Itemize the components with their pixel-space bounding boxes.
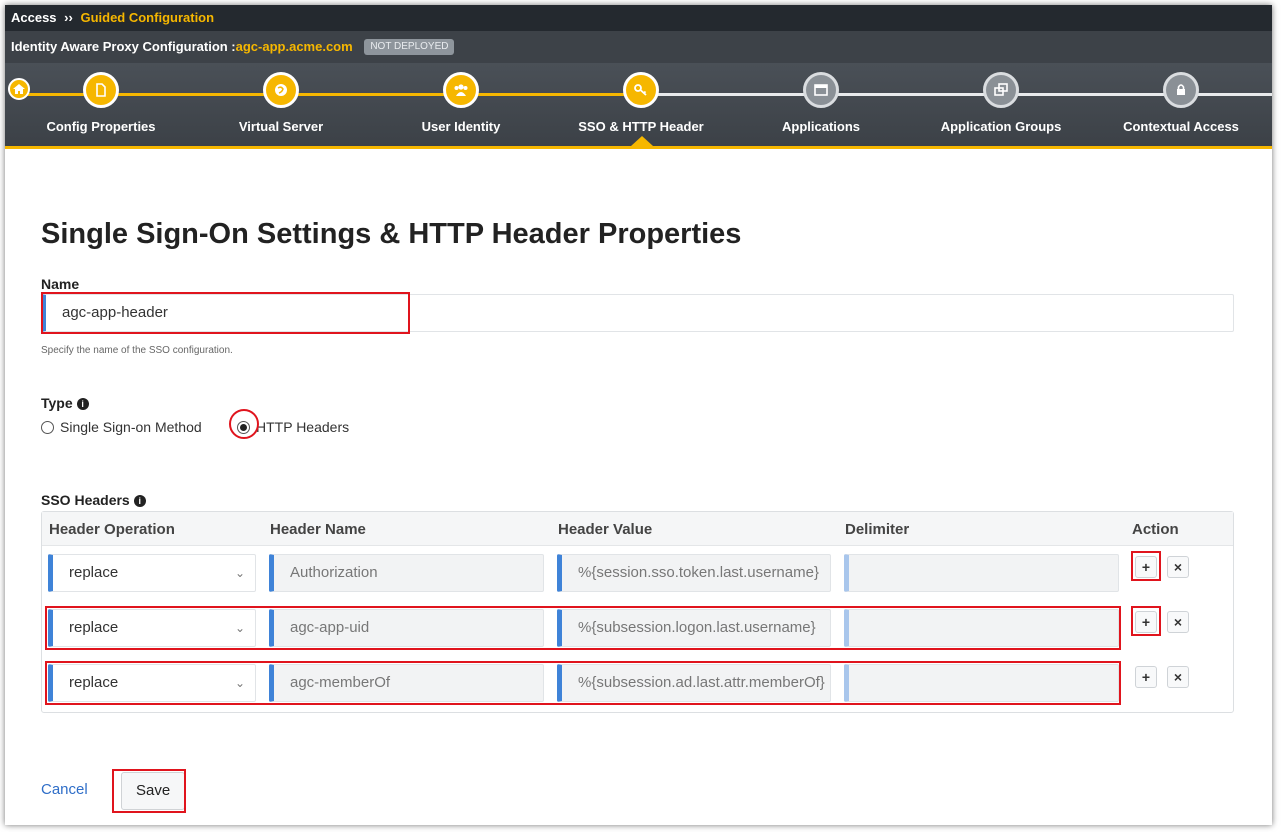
wizard-step-label: SSO & HTTP Header <box>578 119 704 134</box>
column-header: Header Value <box>558 521 653 538</box>
header-name-input[interactable]: Authorization <box>269 554 544 592</box>
breadcrumb-current[interactable]: Guided Configuration <box>80 10 214 25</box>
cancel-link[interactable]: Cancel <box>41 781 88 798</box>
sso-headers-label: SSO Headers i <box>41 492 146 508</box>
header-operation-select[interactable]: replace ⌄ <box>48 664 256 702</box>
wizard-step-contextual-access[interactable]: Contextual Access <box>1091 63 1271 149</box>
delimiter-input[interactable] <box>844 609 1119 647</box>
config-header: Identity Aware Proxy Configuration :agc-… <box>5 31 1272 63</box>
globe-icon <box>263 72 299 108</box>
key-icon <box>623 72 659 108</box>
info-icon[interactable]: i <box>133 495 146 507</box>
wizard-step-applications[interactable]: Applications <box>731 63 911 149</box>
radio-selected-icon <box>237 421 250 434</box>
info-icon[interactable]: i <box>76 398 89 410</box>
delimiter-input[interactable] <box>844 554 1119 592</box>
radio-unselected-icon <box>41 421 54 434</box>
wizard-step-virtual-server[interactable]: Virtual Server <box>191 63 371 149</box>
column-header: Header Operation <box>49 521 175 538</box>
breadcrumb-root[interactable]: Access <box>11 10 57 25</box>
sso-headers-label-text: SSO Headers <box>41 492 130 508</box>
column-header: Delimiter <box>845 521 910 538</box>
wizard-step-config-properties[interactable]: Config Properties <box>11 63 191 149</box>
delimiter-input[interactable] <box>844 664 1119 702</box>
header-value-input[interactable]: %{subsession.logon.last.username} <box>557 609 831 647</box>
config-host: agc-app.acme.com <box>235 39 353 54</box>
remove-row-button[interactable]: × <box>1167 556 1189 578</box>
wizard-step-label: Application Groups <box>940 119 1062 134</box>
header-name-input[interactable]: agc-app-uid <box>269 609 544 647</box>
remove-row-button[interactable]: × <box>1167 666 1189 688</box>
select-value: replace <box>69 619 119 636</box>
add-row-button[interactable]: + <box>1135 556 1157 578</box>
windows-group-icon <box>983 72 1019 108</box>
radio-label: HTTP Headers <box>256 419 350 435</box>
chevron-down-icon: ⌄ <box>234 676 245 690</box>
wizard-step-label: User Identity <box>421 119 501 134</box>
document-icon <box>83 72 119 108</box>
header-operation-select[interactable]: replace ⌄ <box>48 609 256 647</box>
chevron-down-icon: ⌄ <box>234 566 245 580</box>
add-row-button[interactable]: + <box>1135 611 1157 633</box>
breadcrumb: Access ›› Guided Configuration <box>5 5 1272 31</box>
lock-icon <box>1163 72 1199 108</box>
header-operation-select[interactable]: replace ⌄ <box>48 554 256 592</box>
chevron-down-icon: ⌄ <box>234 621 245 635</box>
config-title: Identity Aware Proxy Configuration : <box>11 39 236 54</box>
name-label: Name <box>41 276 80 292</box>
name-help-text: Specify the name of the SSO configuratio… <box>41 345 233 356</box>
wizard-step-application-groups[interactable]: Application Groups <box>911 63 1091 149</box>
header-value-input[interactable]: %{session.sso.token.last.username} <box>557 554 831 592</box>
save-button[interactable]: Save <box>121 772 186 810</box>
add-row-button[interactable]: + <box>1135 666 1157 688</box>
radio-single-sign-on-method[interactable]: Single Sign-on Method <box>41 419 202 435</box>
type-label-text: Type <box>41 395 73 411</box>
wizard-step-user-identity[interactable]: User Identity <box>371 63 551 149</box>
current-step-indicator <box>631 136 653 146</box>
column-header: Header Name <box>270 521 366 538</box>
app-window: Access ›› Guided Configuration Identity … <box>5 5 1272 825</box>
type-label: Type i <box>41 395 89 411</box>
window-icon <box>803 72 839 108</box>
header-value-input[interactable]: %{subsession.ad.last.attr.memberOf} <box>557 664 831 702</box>
remove-row-button[interactable]: × <box>1167 611 1189 633</box>
radio-label: Single Sign-on Method <box>60 419 202 435</box>
page-title: Single Sign-On Settings & HTTP Header Pr… <box>41 218 742 250</box>
users-icon <box>443 72 479 108</box>
table-header: Header Operation Header Name Header Valu… <box>42 512 1233 546</box>
select-value: replace <box>69 564 119 581</box>
column-header: Action <box>1132 521 1179 538</box>
name-input[interactable]: agc-app-header <box>41 294 1234 332</box>
status-badge: NOT DEPLOYED <box>364 38 455 55</box>
radio-http-headers[interactable]: HTTP Headers <box>237 419 349 435</box>
breadcrumb-separator: ›› <box>64 10 73 25</box>
select-value: replace <box>69 674 119 691</box>
wizard-step-label: Contextual Access <box>1123 119 1239 134</box>
wizard-step-label: Applications <box>781 119 860 134</box>
header-name-input[interactable]: agc-memberOf <box>269 664 544 702</box>
wizard-step-label: Virtual Server <box>238 119 324 134</box>
wizard-step-label: Config Properties <box>46 119 156 134</box>
